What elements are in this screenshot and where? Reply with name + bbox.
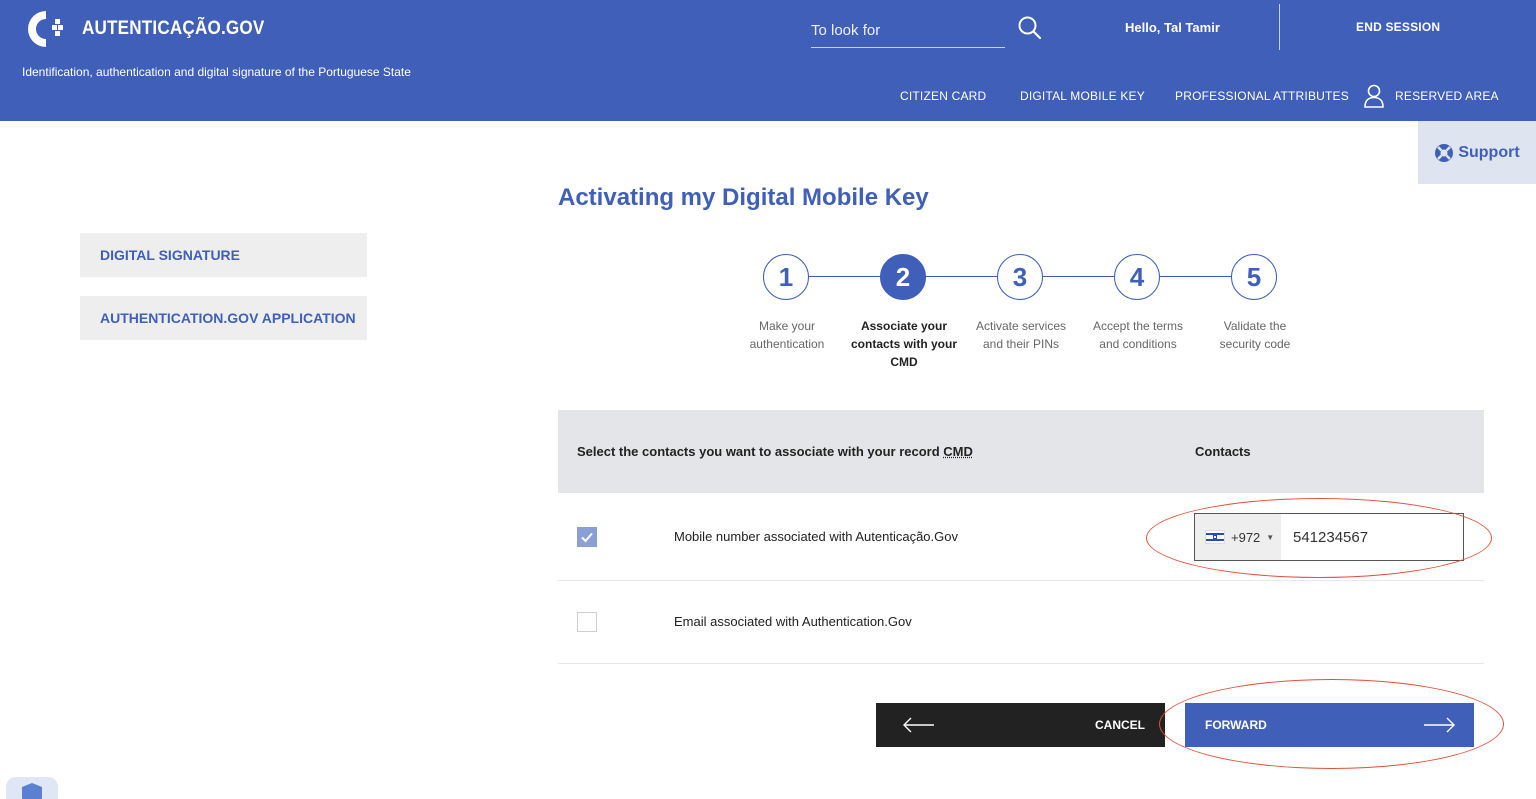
cancel-button[interactable]: CANCEL (876, 703, 1165, 747)
annotation-ellipse-forward (1159, 679, 1504, 769)
arrow-left-icon (902, 717, 936, 733)
step-3-label-line: Activate services (966, 317, 1076, 335)
email-row-label: Email associated with Authentication.Gov (674, 614, 912, 629)
annotation-ellipse-phone (1146, 498, 1492, 578)
step-5-circle: 5 (1231, 254, 1277, 300)
step-4-circle: 4 (1114, 254, 1160, 300)
cancel-label: CANCEL (1095, 718, 1145, 732)
email-checkbox[interactable] (577, 612, 597, 632)
search-icon[interactable] (1017, 15, 1043, 41)
step-1-label: Make your authentication (732, 317, 842, 353)
column-header-select: Select the contacts you want to associat… (577, 444, 973, 459)
step-3-circle: 3 (997, 254, 1043, 300)
nav-professional-attributes[interactable]: PROFESSIONAL ATTRIBUTES (1175, 89, 1349, 103)
step-2-circle: 2 (880, 254, 926, 300)
logo-mark-icon (22, 8, 68, 50)
step-1-label-line: authentication (732, 335, 842, 353)
logo-text: AUTENTICAÇÃO.GOV (82, 18, 264, 40)
column-header-contacts: Contacts (1195, 444, 1251, 459)
page-title: Activating my Digital Mobile Key (558, 184, 929, 212)
column-header-select-text: Select the contacts you want to associat… (577, 444, 943, 459)
cmd-abbreviation: CMD (943, 444, 973, 459)
lifebuoy-icon (1434, 143, 1454, 163)
contacts-table-header: Select the contacts you want to associat… (558, 410, 1484, 493)
user-greeting[interactable]: Hello, Tal Tamir (1125, 20, 1220, 35)
search-input[interactable] (811, 22, 1005, 39)
step-4-label-line: Accept the terms (1083, 317, 1193, 335)
step-2-label-line: contacts with your (849, 335, 959, 353)
step-5-label: Validate the security code (1200, 317, 1310, 353)
sidebar-item-authentication-app[interactable]: AUTHENTICATION.GOV APPLICATION (80, 296, 367, 340)
support-button[interactable]: Support (1418, 121, 1536, 184)
site-header: AUTENTICAÇÃO.GOV Identification, authent… (0, 0, 1536, 121)
step-3-label-line: and their PINs (966, 335, 1076, 353)
step-2-label-line: Associate your (849, 317, 959, 335)
sidebar-item-digital-signature[interactable]: DIGITAL SIGNATURE (80, 233, 367, 277)
privacy-badge[interactable] (6, 777, 58, 799)
check-icon (578, 528, 596, 546)
nav-digital-mobile-key[interactable]: DIGITAL MOBILE KEY (1020, 89, 1145, 103)
mobile-row-label: Mobile number associated with Autenticaç… (674, 529, 958, 544)
step-5-label-line: security code (1200, 335, 1310, 353)
support-label: Support (1458, 144, 1519, 162)
step-2-label-line: CMD (849, 353, 959, 371)
step-3-label: Activate services and their PINs (966, 317, 1076, 353)
header-divider (1279, 4, 1280, 50)
search-field-wrapper (811, 14, 1005, 48)
step-2-label: Associate your contacts with your CMD (849, 317, 959, 371)
step-4-label-line: and conditions (1083, 335, 1193, 353)
mobile-checkbox[interactable] (577, 527, 597, 547)
end-session-link[interactable]: END SESSION (1356, 20, 1440, 34)
site-tagline: Identification, authentication and digit… (22, 65, 411, 79)
step-1-label-line: Make your (732, 317, 842, 335)
table-row-email: Email associated with Authentication.Gov (558, 581, 1484, 664)
step-5-label-line: Validate the (1200, 317, 1310, 335)
site-logo[interactable]: AUTENTICAÇÃO.GOV (22, 8, 285, 50)
nav-reserved-area[interactable]: RESERVED AREA (1395, 89, 1499, 103)
step-4-label: Accept the terms and conditions (1083, 317, 1193, 353)
step-1-circle: 1 (763, 254, 809, 300)
nav-citizen-card[interactable]: CITIZEN CARD (900, 89, 986, 103)
user-icon[interactable] (1363, 84, 1385, 108)
shield-icon (6, 777, 58, 799)
